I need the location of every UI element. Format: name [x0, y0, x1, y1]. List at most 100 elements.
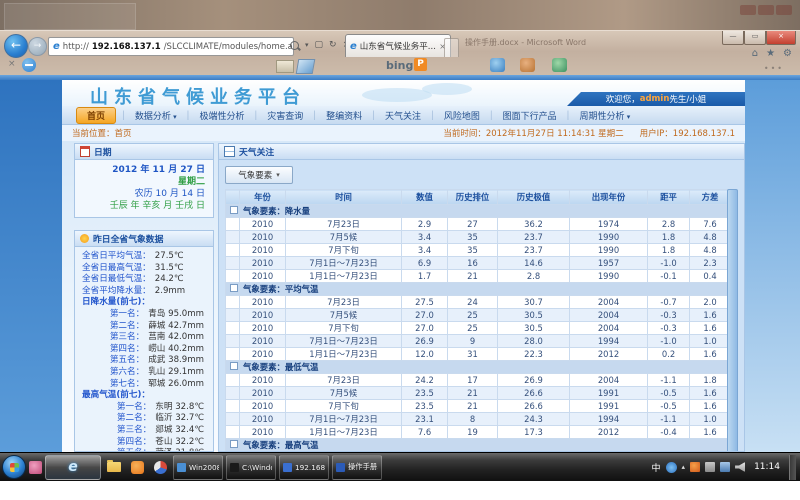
show-hidden-icons[interactable]: ▴ [682, 463, 686, 471]
favorites-star-icon[interactable]: ★ [766, 48, 775, 59]
bar-close-icon[interactable]: × [8, 59, 16, 69]
table-cell: 26.6 [498, 400, 570, 413]
ime-indicator[interactable]: 中 [652, 461, 661, 474]
tray-network-icon[interactable] [720, 462, 730, 472]
close-button[interactable]: × [766, 31, 796, 45]
group-cell: 气象要素：平均气温 [226, 283, 731, 296]
maximize-button[interactable]: ▭ [744, 31, 766, 45]
row-select-cell [226, 335, 240, 348]
volume-icon[interactable] [735, 462, 745, 472]
media-player-taskbar-icon[interactable] [150, 455, 170, 480]
table-row[interactable]: 20107月下旬3.43523.719901.84.8 [226, 244, 731, 257]
compat-page-icon[interactable]: ▢ [315, 40, 324, 50]
taskbar-clock[interactable]: 11:14 [754, 462, 780, 472]
refresh-icon[interactable]: ↻ [329, 40, 337, 50]
address-bar[interactable]: e http://192.168.137.1/SLCCLIMATE/module… [48, 37, 294, 56]
more-options-icon[interactable]: ••• [764, 64, 784, 73]
send-icon[interactable] [296, 59, 316, 74]
table-row[interactable]: 20107月5候23.52126.61991-0.51.6 [226, 387, 731, 400]
element-filter-button[interactable]: 气象要素 ▾ [225, 166, 293, 184]
table-cell: 1990 [570, 244, 648, 257]
nav-item-3[interactable]: 灾害查询 [263, 108, 307, 123]
tray-app-icon[interactable] [666, 462, 677, 473]
table-group-row[interactable]: 气象要素：平均气温 [226, 283, 731, 296]
toolbar-addon-icon-1[interactable] [490, 58, 505, 72]
nav-item-0[interactable]: 首页 [76, 107, 116, 124]
start-button[interactable] [2, 455, 26, 479]
forward-button[interactable]: → [28, 37, 47, 56]
show-desktop-button[interactable] [789, 455, 796, 480]
browser-tab[interactable]: e 山东省气候业务平... × [345, 34, 451, 57]
table-cell: 35 [448, 244, 498, 257]
ie-taskbar-button[interactable]: e [45, 455, 101, 480]
minimize-button[interactable]: — [722, 31, 744, 45]
bing-badge-icon[interactable]: P [414, 58, 427, 71]
weather-panel-title: 昨日全省气象数据 [93, 232, 163, 245]
explorer-taskbar-icon[interactable] [104, 455, 124, 480]
table-row[interactable]: 20101月1日～7月23日12.03122.320120.21.6 [226, 348, 731, 361]
chevron-down-icon: ▾ [276, 171, 280, 179]
table-cell: 3.4 [402, 244, 448, 257]
pinned-app-icon[interactable] [29, 461, 42, 474]
table-row[interactable]: 20107月1日～7月23日23.1824.31994-1.11.0 [226, 413, 731, 426]
taskbar-window-button-3[interactable]: 操作手册.docx ... [332, 455, 382, 480]
back-button[interactable]: ← [4, 34, 28, 58]
checkbox[interactable] [230, 284, 238, 292]
table-row[interactable]: 20107月下旬27.02530.52004-0.31.6 [226, 322, 731, 335]
url-domain: 192.168.137.1 [92, 42, 161, 52]
table-row[interactable]: 20107月5候27.02530.52004-0.31.6 [226, 309, 731, 322]
table-group-row[interactable]: 气象要素：降水量 [226, 205, 731, 218]
nav-item-7[interactable]: 图面下行产品 [499, 108, 561, 123]
search-icon[interactable] [290, 41, 299, 50]
chevron-down-icon[interactable]: ▾ [305, 41, 309, 49]
mail-icon[interactable] [276, 60, 294, 73]
table-row[interactable]: 20107月23日24.21726.92004-1.11.8 [226, 374, 731, 387]
taskbar-window-button-1[interactable]: C:\Windows\s... [226, 455, 276, 480]
table-row[interactable]: 20107月23日27.52430.72004-0.72.0 [226, 296, 731, 309]
browser-frame: ← → e http://192.168.137.1/SLCCLIMATE/mo… [0, 30, 800, 76]
table-row[interactable]: 20101月1日～7月23日1.7212.81990-0.10.4 [226, 270, 731, 283]
rank-row: 第三名：莒南 42.0mm [80, 332, 208, 344]
pinned-orange-app-icon[interactable] [127, 455, 147, 480]
date-line: 2012 年 11 月 27 日 [83, 164, 205, 176]
nav-item-4[interactable]: 整编资料 [322, 108, 366, 123]
tray-flag-icon[interactable] [705, 462, 715, 472]
tray-icon-1[interactable] [690, 462, 700, 472]
new-tab-button[interactable] [444, 38, 459, 57]
checkbox[interactable] [230, 362, 238, 370]
home-icon[interactable]: ⌂ [752, 48, 758, 59]
table-cell: 1990 [570, 270, 648, 283]
table-row[interactable]: 20107月下旬23.52126.61991-0.51.6 [226, 400, 731, 413]
blocked-badge-icon [22, 58, 36, 72]
taskbar-window-button-0[interactable]: Win2008 (VS2... [173, 455, 223, 480]
table-group-row[interactable]: 气象要素：最低气温 [226, 361, 731, 374]
table-row[interactable]: 20101月1日～7月23日7.61917.32012-0.41.6 [226, 426, 731, 439]
address-tools: ▾ ▢ ↻ × [290, 40, 350, 50]
bing-logo[interactable]: bing [386, 59, 413, 72]
table-cell: 2004 [570, 322, 648, 335]
table-cell: 21 [448, 387, 498, 400]
gear-icon[interactable]: ⚙ [783, 48, 792, 59]
window-icon [177, 463, 186, 472]
toolbar-addon-icon-2[interactable] [520, 58, 535, 72]
rank-label: 第五名： [110, 355, 144, 367]
table-row[interactable]: 20107月5候3.43523.719901.84.8 [226, 231, 731, 244]
nav-item-8[interactable]: 周期性分析 ▾ [576, 108, 635, 123]
table-scrollbar[interactable] [727, 189, 738, 452]
nav-item-1[interactable]: 数据分析 ▾ [131, 108, 181, 123]
table-group-row[interactable]: 气象要素：最高气温 [226, 439, 731, 452]
table-row[interactable]: 20107月1日～7月23日6.91614.61957-1.02.3 [226, 257, 731, 270]
nav-item-5[interactable]: 天气关注 [381, 108, 425, 123]
desktop-background [0, 0, 800, 30]
table-row[interactable]: 20107月1日～7月23日26.9928.01994-1.01.0 [226, 335, 731, 348]
toolbar-addon-icon-3[interactable] [552, 58, 567, 72]
nav-item-6[interactable]: 风险地图 [440, 108, 484, 123]
table-row[interactable]: 20107月23日2.92736.219742.87.6 [226, 218, 731, 231]
table-cell: 1990 [570, 231, 648, 244]
checkbox[interactable] [230, 206, 238, 214]
checkbox[interactable] [230, 440, 238, 448]
table-cell: 26.6 [498, 387, 570, 400]
table-cell: 2.3 [690, 257, 731, 270]
nav-item-2[interactable]: 极端性分析 [195, 108, 248, 123]
taskbar-window-button-2[interactable]: 192.168.59.99... [279, 455, 329, 480]
